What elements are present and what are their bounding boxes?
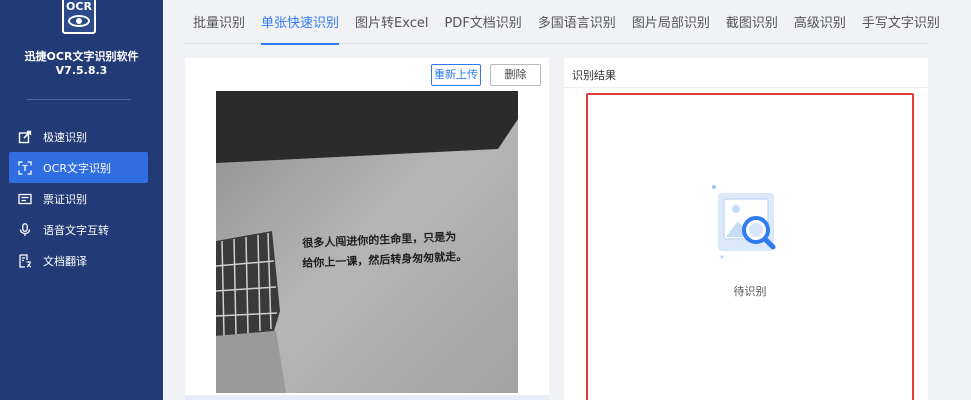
delete-button[interactable]: 删除 xyxy=(490,64,541,86)
tab-partial[interactable]: 图片局部识别 xyxy=(624,0,718,44)
pending-status: 待识别 xyxy=(733,285,767,298)
result-area[interactable]: 待识别 xyxy=(586,93,914,400)
sidebar-item-ocr-text[interactable]: OCR文字识别 xyxy=(9,152,148,183)
tab-handwriting[interactable]: 手写文字识别 xyxy=(854,0,948,44)
sidebar: OCR 迅捷OCR文字识别软件 V7.5.8.3 极速识别 OCR文字识别 票证… xyxy=(0,0,163,400)
tab-screenshot[interactable]: 截图识别 xyxy=(718,0,786,44)
tab-pdf[interactable]: PDF文档识别 xyxy=(436,0,529,44)
tab-advanced[interactable]: 高级识别 xyxy=(786,0,854,44)
sidebar-item-label: 极速识别 xyxy=(43,130,87,144)
result-panel: 识别结果 待识别 xyxy=(564,58,928,400)
sidebar-item-label: OCR文字识别 xyxy=(43,161,111,175)
sidebar-item-translate[interactable]: 文档翻译 xyxy=(0,245,163,276)
sidebar-divider xyxy=(27,99,131,100)
reupload-button[interactable]: 重新上传 xyxy=(431,64,481,86)
eye-icon xyxy=(68,15,90,27)
feature-tabs: 批量识别 单张快速识别 图片转Excel PDF文档识别 多国语言识别 图片局部… xyxy=(185,0,940,45)
sidebar-item-ticket[interactable]: 票证识别 xyxy=(0,183,163,214)
quick-ocr-icon xyxy=(18,130,32,144)
uploaded-image: 很多人闯进你的生命里，只是为 给你上一课，然后转身匆匆就走。 xyxy=(216,91,518,393)
tab-batch[interactable]: 批量识别 xyxy=(185,0,253,44)
result-divider xyxy=(564,87,928,88)
translate-icon xyxy=(18,253,32,268)
image-scrollbar[interactable] xyxy=(185,395,549,400)
sidebar-item-voice[interactable]: 语音文字互转 xyxy=(0,214,163,245)
app-version: V7.5.8.3 xyxy=(55,64,108,77)
tab-image-to-excel[interactable]: 图片转Excel xyxy=(347,0,436,44)
ticket-icon xyxy=(18,192,32,206)
sidebar-item-label: 票证识别 xyxy=(43,192,87,206)
tab-single-quick[interactable]: 单张快速识别 xyxy=(253,0,347,45)
app-name: 迅捷OCR文字识别软件 xyxy=(24,50,139,63)
sidebar-item-label: 语音文字互转 xyxy=(43,223,109,237)
empty-search-image-icon xyxy=(708,185,788,265)
microphone-icon xyxy=(18,222,32,237)
sidebar-item-quick-ocr[interactable]: 极速识别 xyxy=(0,121,163,152)
scan-frame-icon xyxy=(18,160,32,175)
app-logo: OCR xyxy=(62,0,96,34)
result-title: 识别结果 xyxy=(572,69,616,82)
tab-multilang[interactable]: 多国语言识别 xyxy=(530,0,624,44)
sidebar-nav: 极速识别 OCR文字识别 票证识别 语音文字互转 文档翻译 xyxy=(0,121,163,276)
logo-text: OCR xyxy=(66,0,92,13)
sidebar-item-label: 文档翻译 xyxy=(43,254,87,268)
image-panel: 重新上传 删除 很多人闯进你的生命里，只是为 给你上一课，然后转身匆匆就走。 xyxy=(185,58,549,400)
